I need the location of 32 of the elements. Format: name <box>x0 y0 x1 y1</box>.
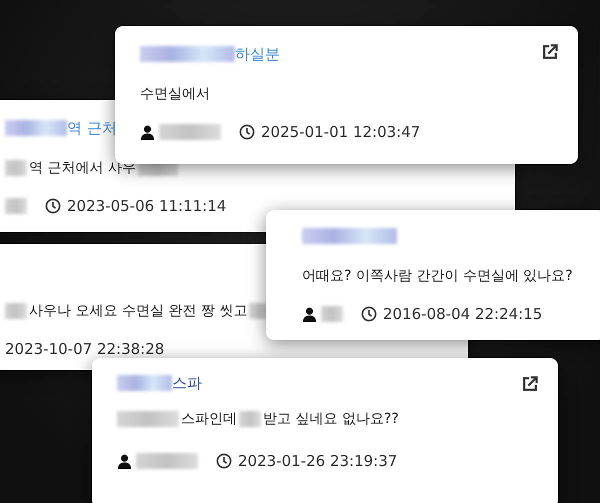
clock-icon <box>216 453 232 469</box>
clock-icon <box>361 306 377 322</box>
post-title[interactable]: 하실분 <box>235 44 280 64</box>
blurred-text <box>159 124 221 140</box>
external-link-icon[interactable] <box>540 42 560 62</box>
comment-text: 받고 싶네요 없나요?? <box>263 410 399 428</box>
blurred-text <box>5 120 67 136</box>
timestamp: 2023-01-26 23:19:37 <box>238 452 398 470</box>
comment-text: 사우나 오세요 수면실 완전 짱 씻고 <box>29 302 248 320</box>
comment-text: 수면실에서 <box>140 85 210 103</box>
external-link-icon[interactable] <box>520 374 540 394</box>
blurred-text <box>117 411 179 427</box>
user-icon <box>117 454 132 468</box>
blurred-text <box>5 160 27 176</box>
blurred-text <box>5 303 27 319</box>
clock-icon <box>239 124 255 140</box>
blurred-text <box>321 306 343 322</box>
timestamp: 2023-10-07 22:38:28 <box>5 340 164 358</box>
timestamp: 2016-08-04 22:24:15 <box>383 305 542 323</box>
timestamp: 2025-01-01 12:03:47 <box>261 123 420 141</box>
timestamp: 2023-05-06 11:11:14 <box>67 197 226 215</box>
blurred-text <box>5 198 27 214</box>
blurred-text <box>136 453 198 469</box>
blurred-text <box>239 411 261 427</box>
user-icon <box>140 124 155 140</box>
user-icon <box>302 306 317 322</box>
post-title[interactable]: 역 근처 <box>67 118 117 138</box>
blurred-text <box>117 375 172 391</box>
comment-text: 스파인데 <box>181 410 237 428</box>
clock-icon <box>45 198 61 214</box>
comment-text: 어때요? 이쪽사람 간간이 수면실에 있나요? <box>302 267 573 285</box>
post-title[interactable]: 스파 <box>172 374 202 392</box>
